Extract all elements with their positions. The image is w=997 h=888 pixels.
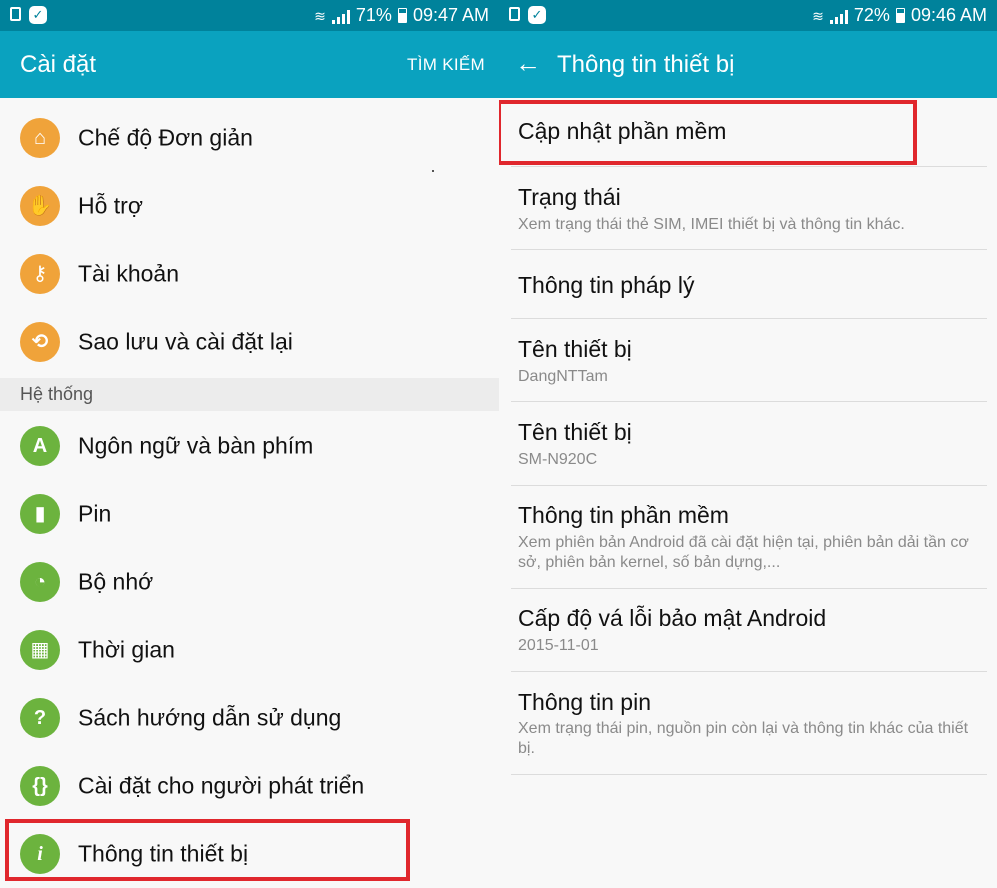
list-item-software-info[interactable]: Thông tin phần mềm Xem phiên bản Android… (511, 486, 987, 588)
page-title: Cài đặt (20, 51, 97, 78)
calendar-icon: ▦ (20, 630, 60, 670)
settings-item-label: Hỗ trợ (78, 192, 143, 219)
item-title: Thông tin phần mềm (518, 502, 729, 528)
list-item-legal-info[interactable]: Thông tin pháp lý (511, 250, 987, 318)
item-subtitle: Xem trạng thái pin, nguồn pin còn lại và… (518, 720, 969, 757)
item-title: Trạng thái (518, 184, 621, 210)
backup-icon: ⟲ (20, 322, 60, 362)
key-icon: ⚷ (20, 254, 60, 294)
storage-icon: ◔ (20, 562, 60, 602)
settings-item-label: Bộ nhớ (78, 568, 154, 595)
settings-item-label: Thời gian (78, 636, 175, 663)
settings-screen: ✓ ≋ 71% 09:47 AM Cài đặt TÌM KIẾM ⌂ Chế … (0, 0, 499, 888)
hand-icon: ✋ (20, 186, 60, 226)
sim-notification-icon (509, 7, 520, 21)
sim-notification-icon (10, 7, 21, 21)
settings-item-accounts[interactable]: ⚷ Tài khoản (0, 240, 499, 308)
settings-item-label: Ngôn ngữ và bàn phím (78, 432, 314, 459)
item-subtitle: SM-N920C (518, 451, 598, 468)
home-icon: ⌂ (20, 118, 60, 158)
settings-item-label: Chế độ Đơn giản (78, 124, 253, 151)
clock: 09:46 AM (910, 5, 987, 25)
status-bar: ✓ ≋ 71% 09:47 AM (0, 0, 499, 31)
status-bar: ✓ ≋ 72% 09:46 AM (499, 0, 997, 31)
item-subtitle: DangNTTam (518, 368, 608, 385)
wifi-icon: ≋ (812, 7, 824, 24)
list-item-model-number[interactable]: Tên thiết bị SM-N920C (511, 402, 987, 485)
item-subtitle: 2015-11-01 (518, 637, 599, 654)
signal-icon (829, 8, 848, 24)
app-bar: Cài đặt TÌM KIẾM (0, 31, 499, 98)
item-title: Cập nhật phần mềm (518, 118, 727, 144)
settings-item-about-device[interactable]: i Thông tin thiết bị (0, 820, 499, 888)
settings-item-easy-mode[interactable]: ⌂ Chế độ Đơn giản (0, 104, 499, 172)
item-title: Thông tin pháp lý (518, 272, 695, 298)
wifi-icon: ≋ (314, 7, 326, 24)
list-item-software-update[interactable]: Cập nhật phần mềm (511, 100, 987, 166)
list-item-battery-info[interactable]: Thông tin pin Xem trạng thái pin, nguồn … (511, 672, 987, 774)
clock: 09:47 AM (412, 5, 489, 25)
settings-item-backup-reset[interactable]: ⟲ Sao lưu và cài đặt lại (0, 308, 499, 376)
settings-item-label: Thông tin thiết bị (78, 840, 249, 867)
settings-item-label: Cài đặt cho người phát triển (78, 772, 365, 799)
settings-item-developer-options[interactable]: {} Cài đặt cho người phát triển (0, 752, 499, 820)
item-subtitle: Xem trạng thái thẻ SIM, IMEI thiết bị và… (518, 216, 905, 233)
divider (511, 774, 987, 775)
back-arrow-icon[interactable]: ← (515, 49, 541, 77)
language-icon: A (20, 426, 60, 466)
info-icon: i (20, 834, 60, 874)
list-item-status[interactable]: Trạng thái Xem trạng thái thẻ SIM, IMEI … (511, 167, 987, 249)
settings-item-battery[interactable]: ▮ Pin (0, 480, 499, 548)
settings-item-label: Sách hướng dẫn sử dụng (78, 704, 342, 731)
section-header-system: Hệ thống (0, 378, 499, 411)
signal-icon (331, 8, 350, 24)
settings-item-assistance[interactable]: ✋ Hỗ trợ (0, 172, 499, 240)
settings-item-date-time[interactable]: ▦ Thời gian (0, 616, 499, 684)
list-item-security-patch[interactable]: Cấp độ vá lỗi bảo mật Android 2015-11-01 (511, 589, 987, 671)
battery-icon (397, 8, 407, 23)
stray-dot (432, 170, 434, 172)
developer-icon: {} (20, 766, 60, 806)
settings-item-user-manual[interactable]: ? Sách hướng dẫn sử dụng (0, 684, 499, 752)
app-bar: ← Thông tin thiết bị (499, 31, 997, 98)
battery-icon (895, 8, 905, 23)
battery-icon: ▮ (20, 494, 60, 534)
settings-item-label: Pin (78, 500, 112, 527)
settings-item-storage[interactable]: ◔ Bộ nhớ (0, 548, 499, 616)
page-title: Thông tin thiết bị (557, 51, 735, 78)
item-title: Cấp độ vá lỗi bảo mật Android (518, 605, 827, 631)
settings-item-label: Tài khoản (78, 260, 180, 287)
item-title: Tên thiết bị (518, 336, 632, 362)
settings-item-language-keyboard[interactable]: A Ngôn ngữ và bàn phím (0, 412, 499, 480)
battery-percent: 71% (355, 5, 392, 25)
check-notification-icon: ✓ (29, 6, 47, 24)
check-notification-icon: ✓ (528, 6, 546, 24)
battery-percent: 72% (853, 5, 890, 25)
item-title: Thông tin pin (518, 689, 651, 715)
manual-icon: ? (20, 698, 60, 738)
search-button[interactable]: TÌM KIẾM (407, 55, 485, 75)
item-title: Tên thiết bị (518, 419, 632, 445)
about-device-screen: ✓ ≋ 72% 09:46 AM ← Thông tin thiết bị Cậ… (499, 0, 997, 888)
item-subtitle: Xem phiên bản Android đã cài đặt hiện tạ… (518, 534, 969, 571)
list-item-device-name[interactable]: Tên thiết bị DangNTTam (511, 319, 987, 401)
settings-item-label: Sao lưu và cài đặt lại (78, 328, 293, 355)
